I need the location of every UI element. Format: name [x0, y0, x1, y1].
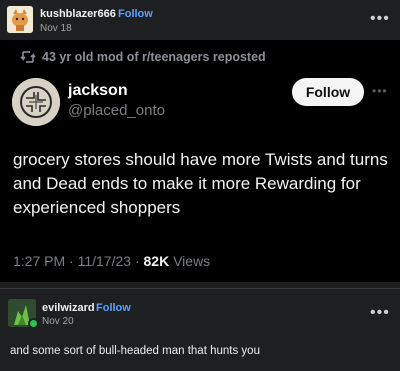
- post-date: Nov 18: [40, 23, 72, 34]
- more-options-icon[interactable]: •••: [370, 11, 390, 27]
- tweet-more-icon[interactable]: •••: [372, 84, 388, 98]
- reblog-entry: evilwizard Follow Nov 20 ••• and some so…: [0, 294, 400, 371]
- views-label: Views: [173, 253, 211, 269]
- reblog-comment: and some sort of bull-headed man that hu…: [10, 345, 260, 357]
- reblog-date: Nov 20: [42, 316, 74, 327]
- reblog-more-options-icon[interactable]: •••: [370, 305, 390, 321]
- meta-separator: ·: [69, 253, 74, 269]
- repost-indicator: 43 yr old mod of r/teenagers reposted: [20, 50, 266, 64]
- tweet-screenshot: 43 yr old mod of r/teenagers reposted ja…: [0, 40, 400, 282]
- repost-icon: [20, 51, 36, 63]
- tweet-follow-button[interactable]: Follow: [292, 78, 364, 106]
- follow-button[interactable]: Follow: [118, 8, 153, 20]
- online-status-badge: [28, 318, 39, 329]
- kushblazer-avatar[interactable]: [7, 6, 33, 33]
- reblogger-username[interactable]: evilwizard: [42, 302, 95, 314]
- tweet-date: 11/17/23: [77, 253, 132, 269]
- original-poster-username[interactable]: kushblazer666: [40, 8, 116, 20]
- tweet-body: grocery stores should have more Twists a…: [13, 150, 388, 217]
- divider: [0, 288, 400, 289]
- tweet-metadata: 1:27 PM · 11/17/23 · 82K Views: [13, 253, 210, 269]
- tweet-time: 1:27 PM: [13, 253, 66, 269]
- tweet-display-name[interactable]: jackson: [68, 82, 128, 100]
- original-post-header: kushblazer666 Follow Nov 18 •••: [0, 0, 400, 40]
- reblog-follow-button[interactable]: Follow: [96, 302, 131, 314]
- meta-separator: ·: [134, 253, 140, 269]
- tweet-handle[interactable]: @placed_onto: [68, 102, 165, 119]
- repost-text: 43 yr old mod of r/teenagers reposted: [42, 50, 266, 64]
- jackson-avatar[interactable]: [12, 78, 60, 126]
- views-count: 82K: [143, 253, 170, 269]
